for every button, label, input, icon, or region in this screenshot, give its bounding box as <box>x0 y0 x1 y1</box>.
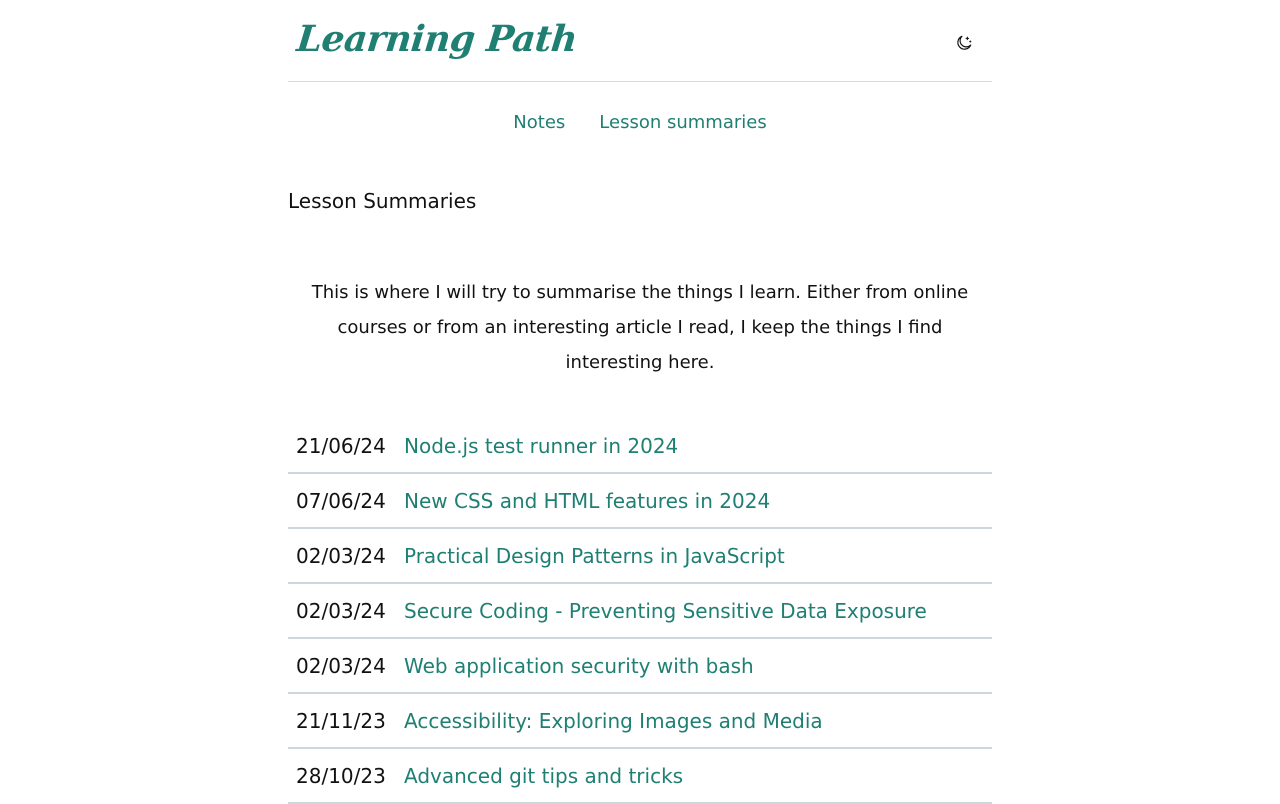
summary-date: 28/10/23 <box>296 763 386 788</box>
summary-date: 21/11/23 <box>296 708 386 733</box>
main-nav: Notes Lesson summaries <box>288 112 992 136</box>
summary-date: 02/03/24 <box>296 653 386 678</box>
list-item: 02/03/24 Web application security with b… <box>288 639 992 694</box>
page-title: Lesson Summaries <box>288 189 477 213</box>
list-item: 02/03/24 Secure Coding - Preventing Sens… <box>288 584 992 639</box>
page-container: Learning Path Notes Lesson summaries Les… <box>288 0 992 804</box>
summary-date: 07/06/24 <box>296 488 386 513</box>
summary-link[interactable]: Practical Design Patterns in JavaScript <box>404 544 785 568</box>
summary-date: 02/03/24 <box>296 543 386 568</box>
summary-date: 02/03/24 <box>296 598 386 623</box>
summary-link[interactable]: Secure Coding - Preventing Sensitive Dat… <box>404 599 927 623</box>
list-item: 21/06/24 Node.js test runner in 2024 <box>288 419 992 474</box>
list-item: 28/10/23 Advanced git tips and tricks <box>288 749 992 804</box>
site-title-link[interactable]: Learning Path <box>295 18 579 60</box>
summary-link[interactable]: Accessibility: Exploring Images and Medi… <box>404 709 823 733</box>
list-item: 02/03/24 Practical Design Patterns in Ja… <box>288 529 992 584</box>
intro-text: This is where I will try to summarise th… <box>311 282 969 373</box>
theme-toggle-button[interactable] <box>952 31 976 55</box>
summary-link[interactable]: New CSS and HTML features in 2024 <box>404 489 770 513</box>
nav-item-lesson-summaries[interactable]: Lesson summaries <box>599 112 766 136</box>
site-header: Learning Path <box>288 0 992 82</box>
moon-icon <box>957 35 972 50</box>
list-item: 21/11/23 Accessibility: Exploring Images… <box>288 694 992 749</box>
summary-list: 21/06/24 Node.js test runner in 2024 07/… <box>288 419 992 804</box>
summary-link[interactable]: Node.js test runner in 2024 <box>404 434 678 458</box>
summary-link[interactable]: Advanced git tips and tricks <box>404 764 683 788</box>
summary-link[interactable]: Web application security with bash <box>404 654 754 678</box>
summary-date: 21/06/24 <box>296 433 386 458</box>
nav-item-notes[interactable]: Notes <box>513 112 565 136</box>
list-item: 07/06/24 New CSS and HTML features in 20… <box>288 474 992 529</box>
